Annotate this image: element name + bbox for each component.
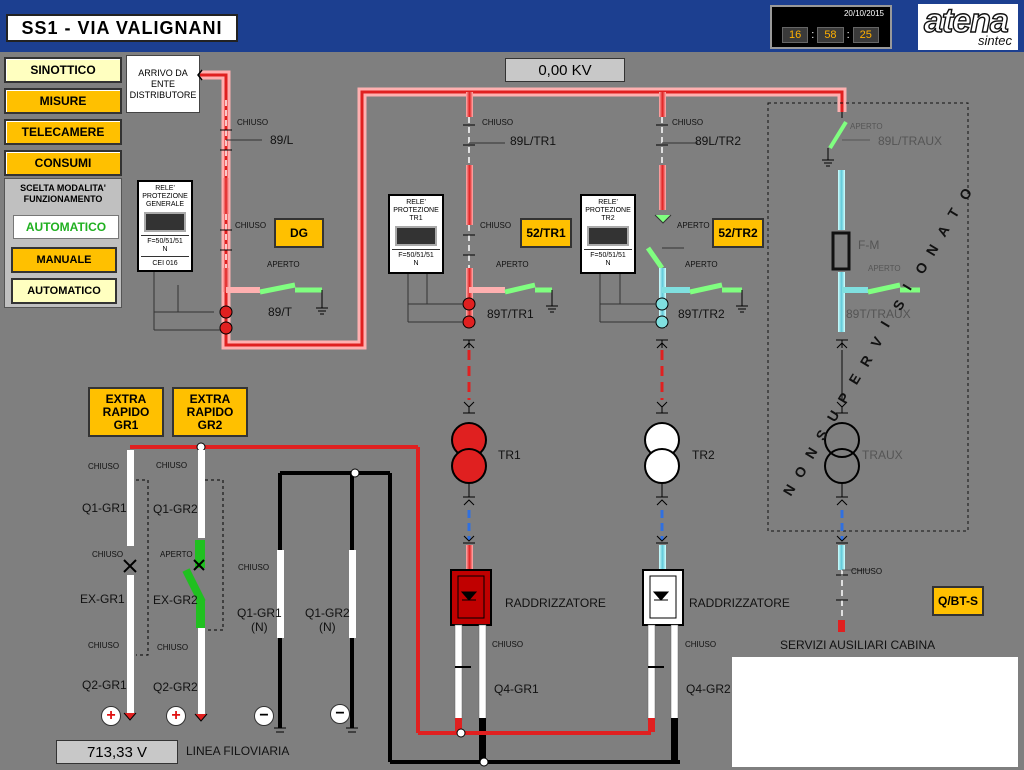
relay-tr1-display (395, 226, 437, 246)
89l-traux-state-label: APERTO (850, 122, 883, 131)
89t-tr2-label: 89T/TR2 (678, 307, 725, 321)
q1-gr2-state-label: CHIUSO (156, 461, 188, 470)
52-tr1-button[interactable]: 52/TR1 (520, 218, 572, 248)
89t-traux-state-label: APERTO (868, 264, 901, 273)
relay-generale-title: RELE' PROTEZIONE GENERALE (142, 185, 188, 208)
extra-rapido-gr1-button[interactable]: EXTRA RAPIDO GR1 (88, 387, 164, 437)
scada-screen: SS1 - VIA VALIGNANI 20/10/2015 16 : 58 :… (0, 0, 1024, 770)
ex-gr2-label: EX-GR2 (153, 593, 198, 607)
relay-tr2[interactable]: RELE' PROTEZIONE TR2 F=50/51/51 N (580, 194, 636, 274)
linea-filoviaria-label: LINEA FILOVIARIA (186, 744, 290, 758)
89l-tr2-state-label: CHIUSO (672, 118, 704, 127)
q4-gr2-state-label: CHIUSO (685, 640, 717, 649)
q1-gr1-label: Q1-GR1 (82, 501, 127, 515)
relay-tr2-display (587, 226, 629, 246)
89l-tr1-state-label: CHIUSO (482, 118, 514, 127)
relay-tr1[interactable]: RELE' PROTEZIONE TR1 F=50/51/51 N (388, 194, 444, 274)
line-voltage-reading: 713,33 V (56, 740, 178, 764)
relay-tr1-functions: F=50/51/51 N (392, 249, 440, 268)
52-tr2-button[interactable]: 52/TR2 (712, 218, 764, 248)
q1-gr1-state-label: CHIUSO (88, 462, 120, 471)
extra-rapido-gr2-button[interactable]: EXTRA RAPIDO GR2 (172, 387, 248, 437)
relay-tr1-title: RELE' PROTEZIONE TR1 (393, 199, 439, 222)
raddrizzatore-1-label: RADDRIZZATORE (505, 596, 606, 610)
52-tr1-state-label: CHIUSO (480, 221, 512, 230)
minus-gr1-icon[interactable]: − (254, 706, 274, 726)
traux-label: TRAUX (862, 448, 903, 462)
ex-gr1-label: EX-GR1 (80, 592, 125, 606)
89l-label: 89/L (270, 133, 294, 147)
feeder-tr2 (599, 92, 748, 762)
tr1-label: TR1 (498, 448, 521, 462)
89l-traux-label: 89L/TRAUX (878, 134, 943, 148)
52-tr2-state-label: APERTO (677, 221, 710, 230)
raddrizzatore-2-label: RADDRIZZATORE (689, 596, 790, 610)
89t-tr2-state-label: APERTO (685, 260, 718, 269)
minus-gr2-icon[interactable]: − (330, 704, 350, 724)
plus-gr2-icon[interactable]: + (166, 706, 186, 726)
fm-label: F-M (858, 238, 880, 252)
q1-gr1n-state-label: CHIUSO (238, 563, 270, 572)
q1-gr2-label: Q1-GR2 (153, 502, 198, 516)
servizi-state-label: CHIUSO (851, 567, 883, 576)
message-panel (732, 657, 1018, 767)
relay-generale-functions: F=50/51/51 N (141, 235, 189, 254)
89t-label: 89/T (268, 305, 293, 319)
servizi-ausiliari-label: SERVIZI AUSILIARI CABINA (780, 638, 936, 652)
dg-button[interactable]: DG (274, 218, 324, 248)
89t-state-label: APERTO (267, 260, 300, 269)
q2-gr1-label: Q2-GR1 (82, 678, 127, 692)
relay-tr2-title: RELE' PROTEZIONE TR2 (585, 199, 631, 222)
q-bt-s-button[interactable]: Q/BT-S (932, 586, 984, 616)
relay-generale-code: CEI 016 (141, 256, 189, 267)
incoming-line (197, 69, 847, 350)
relay-tr2-functions: F=50/51/51 N (584, 249, 632, 268)
relay-generale-display (144, 212, 186, 232)
89t-tr1-label: 89T/TR1 (487, 307, 534, 321)
q1-gr1n-label: Q1-GR1 (N) (237, 606, 282, 634)
plus-gr1-icon[interactable]: + (101, 706, 121, 726)
q4-gr1-label: Q4-GR1 (494, 682, 539, 696)
q4-gr1-state-label: CHIUSO (492, 640, 524, 649)
ex-gr2-state-label: APERTO (160, 550, 193, 559)
q2-gr2-label: Q2-GR2 (153, 680, 198, 694)
q2-gr1-state-label: CHIUSO (88, 641, 120, 650)
q2-gr2-state-label: CHIUSO (157, 643, 189, 652)
relay-generale[interactable]: RELE' PROTEZIONE GENERALE F=50/51/51 N C… (137, 180, 193, 272)
89l-tr1-label: 89L/TR1 (510, 134, 557, 148)
q4-gr2-label: Q4-GR2 (686, 682, 731, 696)
ex-gr1-state-label: CHIUSO (92, 550, 124, 559)
dg-state-label: CHIUSO (235, 221, 267, 230)
feeder-tr1 (407, 92, 558, 762)
q1-gr2n-label: Q1-GR2 (N) (305, 606, 350, 634)
89t-tr1-state-label: APERTO (496, 260, 529, 269)
tr2-label: TR2 (692, 448, 715, 462)
89l-state-label: CHIUSO (237, 118, 269, 127)
89l-tr2-label: 89L/TR2 (695, 134, 742, 148)
